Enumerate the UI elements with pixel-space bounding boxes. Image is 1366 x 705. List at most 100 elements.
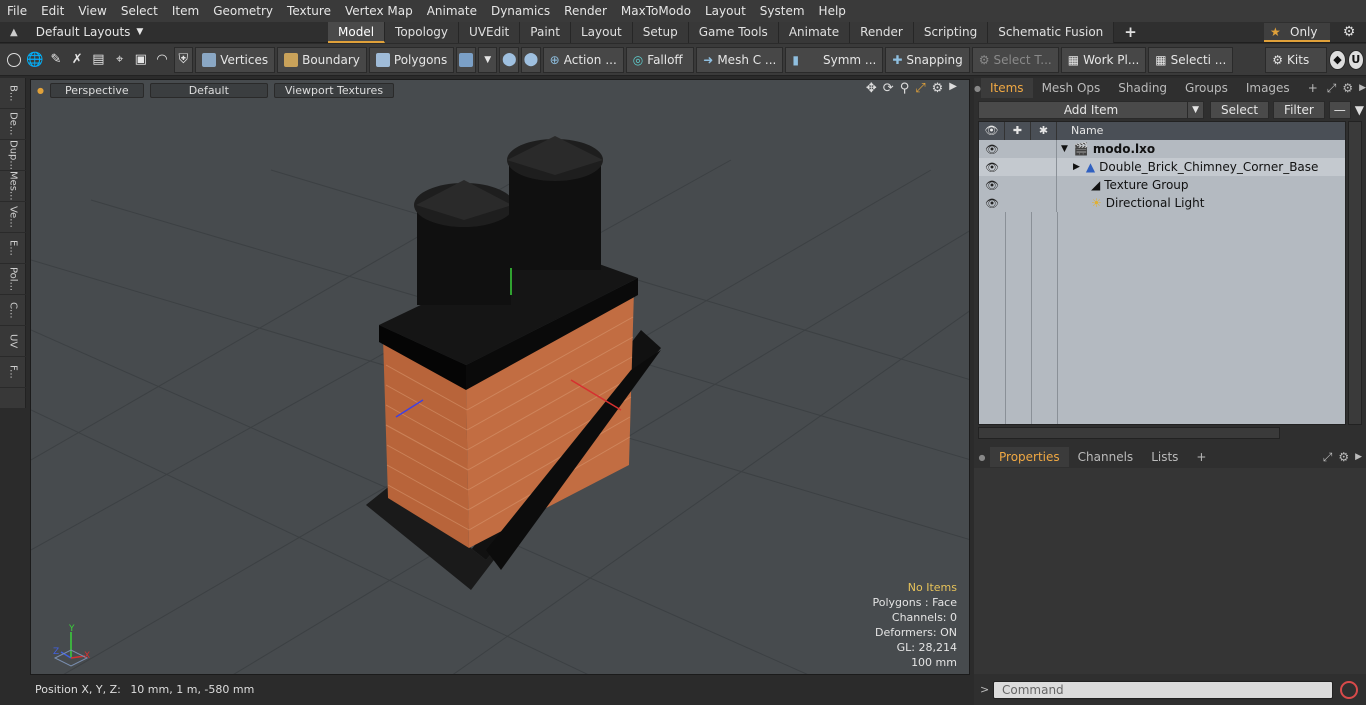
strip-tab-deform[interactable]: De...: [0, 109, 26, 140]
unity-button[interactable]: ◆: [1329, 49, 1346, 70]
menu-geometry[interactable]: Geometry: [206, 0, 280, 22]
visibility-column-icon[interactable]: 👁: [979, 122, 1005, 140]
material-mode-button[interactable]: ⬤: [499, 46, 520, 73]
menu-help[interactable]: Help: [812, 0, 853, 22]
move-view-icon[interactable]: ✥: [866, 81, 877, 96]
collapse-button[interactable]: —: [1328, 101, 1351, 119]
menu-file[interactable]: File: [0, 0, 34, 22]
add-panel-tab-icon[interactable]: +: [1187, 447, 1215, 467]
strip-tab-edge[interactable]: E...: [0, 233, 26, 264]
tree-row-light[interactable]: 👁 ☀ Directional Light: [979, 194, 1345, 212]
expand-arrow-icon[interactable]: ▶: [1073, 162, 1080, 172]
tab-paint[interactable]: Paint: [520, 22, 571, 43]
tree-row-scene[interactable]: 👁 ▼ 🎬 modo.lxo: [979, 140, 1345, 158]
menu-select[interactable]: Select: [114, 0, 165, 22]
eye-icon[interactable]: 👁: [979, 179, 1005, 192]
vertices-button[interactable]: Vertices: [195, 46, 276, 73]
mesh-constraint-button[interactable]: ➜ Mesh C ...: [696, 46, 784, 73]
panel-gear-icon[interactable]: ⚙: [1338, 450, 1349, 464]
eye-icon[interactable]: 👁: [979, 197, 1005, 210]
tab-shading[interactable]: Shading: [1109, 78, 1176, 98]
tab-items[interactable]: Items: [980, 78, 1033, 98]
tab-channels[interactable]: Channels: [1069, 447, 1143, 467]
filter-button[interactable]: Filter: [1273, 101, 1325, 119]
brush-button[interactable]: ✗: [68, 47, 87, 73]
tab-mesh-ops[interactable]: Mesh Ops: [1033, 78, 1110, 98]
add-tab-icon[interactable]: +: [1114, 22, 1147, 43]
tab-render[interactable]: Render: [850, 22, 914, 43]
pivot-mode-button[interactable]: ⬤: [521, 46, 541, 73]
strip-tab-basic[interactable]: B...: [0, 78, 26, 109]
add-panel-tab-icon[interactable]: +: [1299, 78, 1327, 98]
kits-button[interactable]: ⚙ Kits: [1265, 46, 1328, 73]
boundary-button[interactable]: Boundary: [277, 46, 367, 73]
tab-images[interactable]: Images: [1237, 78, 1299, 98]
select-button[interactable]: Select: [1210, 101, 1270, 119]
viewport-textures-button[interactable]: Viewport Textures: [273, 82, 395, 98]
shield-button[interactable]: ⛨: [173, 46, 194, 73]
action-button[interactable]: ⊕ Action...: [542, 46, 624, 73]
strip-tab-curve[interactable]: C...: [0, 295, 26, 326]
view-mode-button[interactable]: Perspective: [49, 82, 144, 98]
shading-mode-button[interactable]: Default: [149, 82, 268, 98]
crosshair-button[interactable]: ⌖: [110, 47, 129, 73]
menu-render[interactable]: Render: [557, 0, 614, 22]
tab-model[interactable]: Model: [328, 22, 386, 43]
globe-button[interactable]: 🌐: [25, 47, 44, 73]
panel-arrow-icon[interactable]: ▶: [1359, 83, 1366, 93]
menu-edit[interactable]: Edit: [34, 0, 71, 22]
menu-vertex-map[interactable]: Vertex Map: [338, 0, 420, 22]
tree-row-mesh[interactable]: 👁 ▶ ▲ Double_Brick_Chimney_Corner_Base: [979, 158, 1345, 176]
expand-arrow-icon[interactable]: ▼: [1061, 144, 1068, 154]
workplane-button[interactable]: ▦ Work Pl...: [1060, 46, 1147, 73]
tab-animate[interactable]: Animate: [778, 22, 851, 43]
falloff-button[interactable]: ◎ Falloff: [625, 46, 695, 73]
align-button[interactable]: ▤: [89, 47, 108, 73]
center-button[interactable]: ▣: [131, 47, 150, 73]
select-tool-button[interactable]: ⚙ Select T...: [971, 46, 1059, 73]
command-input[interactable]: Command: [993, 681, 1333, 699]
circle-select-button[interactable]: [4, 47, 23, 73]
eye-icon[interactable]: 👁: [979, 143, 1005, 156]
menu-texture[interactable]: Texture: [280, 0, 338, 22]
tab-properties[interactable]: Properties: [990, 447, 1069, 467]
strip-tab-duplicate[interactable]: Dup...: [0, 140, 26, 171]
viewport-settings-icon[interactable]: ⚙: [932, 81, 944, 96]
panel-expand-icon[interactable]: ⤢: [1327, 81, 1337, 96]
3d-viewport[interactable]: Y X Z ● Perspective Default Viewport Tex…: [30, 79, 970, 675]
name-column-header[interactable]: Name: [1057, 122, 1103, 140]
mode-dropdown[interactable]: ▼: [477, 46, 498, 73]
maximize-view-icon[interactable]: ⤢: [915, 81, 925, 96]
funnel-icon[interactable]: ▼: [1355, 103, 1364, 117]
snapping-button[interactable]: ✚ Snapping: [885, 46, 970, 73]
menu-view[interactable]: View: [71, 0, 113, 22]
strip-tab-polygon[interactable]: Pol...: [0, 264, 26, 295]
zoom-view-icon[interactable]: ⚲: [900, 81, 910, 96]
tab-scripting[interactable]: Scripting: [913, 22, 989, 43]
menu-system[interactable]: System: [753, 0, 812, 22]
tree-row-texture-group[interactable]: 👁 ◢ Texture Group: [979, 176, 1345, 194]
menu-dynamics[interactable]: Dynamics: [484, 0, 557, 22]
tree-vscrollbar[interactable]: [1348, 121, 1362, 425]
panel-arrow-icon[interactable]: ▶: [1355, 452, 1362, 462]
add-item-button[interactable]: Add Item ▼: [978, 101, 1205, 119]
record-button[interactable]: [1340, 681, 1358, 699]
polygons-button[interactable]: Polygons: [368, 46, 455, 73]
viewport-expand-icon[interactable]: ▶: [949, 81, 957, 96]
viewport-menu-dot[interactable]: ●: [37, 86, 44, 95]
panel-expand-icon[interactable]: ⤢: [1323, 450, 1333, 465]
tab-game-tools[interactable]: Game Tools: [688, 22, 779, 43]
strip-tab-fusion[interactable]: F...: [0, 357, 26, 388]
tab-uvedit[interactable]: UVEdit: [459, 22, 521, 43]
strip-tab-vertex[interactable]: Ve...: [0, 202, 26, 233]
tab-topology[interactable]: Topology: [385, 22, 460, 43]
symmetry-button[interactable]: ▮ Symm ...: [785, 46, 884, 73]
menu-item[interactable]: Item: [165, 0, 206, 22]
panel-gear-icon[interactable]: ⚙: [1342, 81, 1353, 95]
gear-icon[interactable]: ⚙: [1341, 24, 1357, 40]
tab-layout[interactable]: Layout: [570, 22, 633, 43]
pen-button[interactable]: ✎: [46, 47, 65, 73]
menu-animate[interactable]: Animate: [420, 0, 484, 22]
only-toggle[interactable]: ★ Only: [1264, 23, 1330, 42]
strip-tab-uv[interactable]: UV: [0, 326, 26, 357]
